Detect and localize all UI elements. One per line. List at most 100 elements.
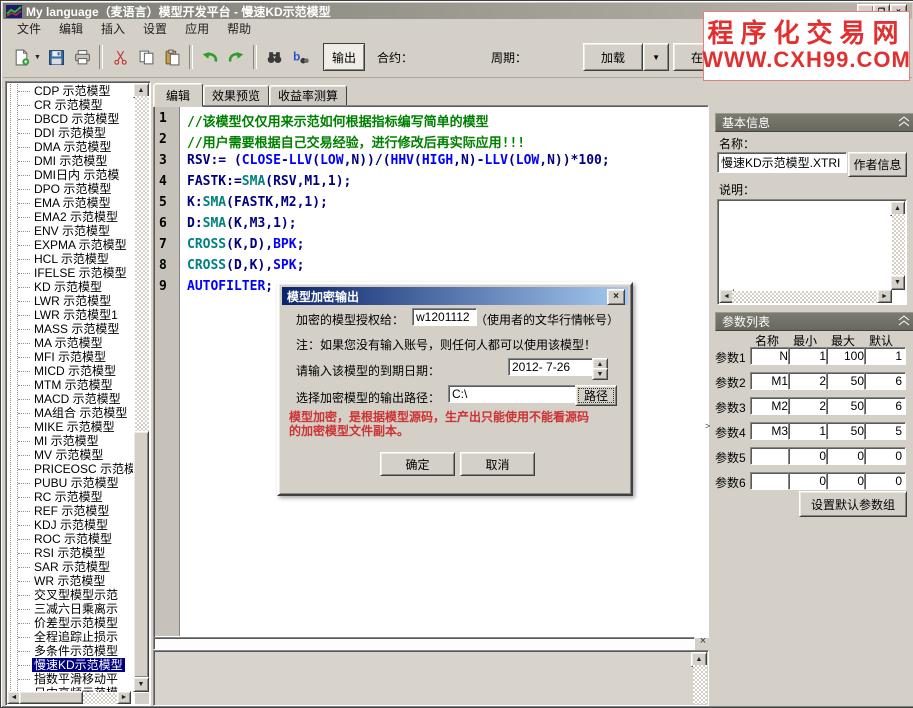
- param-default-input[interactable]: [864, 447, 906, 465]
- dialog-close-button[interactable]: ×: [607, 289, 625, 305]
- tree-item[interactable]: LWR 示范模型1: [8, 308, 134, 322]
- collapse-chevrons-icon[interactable]: [896, 116, 912, 130]
- tree-item[interactable]: MTM 示范模型: [8, 378, 134, 392]
- param-default-input[interactable]: [864, 347, 906, 365]
- copy-button[interactable]: [134, 45, 158, 69]
- code-line[interactable]: K:SMA(FASTK,M2,1);: [187, 195, 707, 216]
- param-min-input[interactable]: [788, 472, 830, 490]
- tree-item[interactable]: MFI 示范模型: [8, 350, 134, 364]
- date-spin-down-button[interactable]: ▼: [592, 368, 608, 380]
- param-min-input[interactable]: [788, 347, 830, 365]
- output-path-input[interactable]: [448, 385, 576, 403]
- tree-hscrollbar-thumb[interactable]: [19, 691, 83, 704]
- tree-item[interactable]: MI 示范模型: [8, 434, 134, 448]
- tree-item[interactable]: 多条件示范模型: [8, 644, 134, 658]
- tree-vscrollbar-thumb[interactable]: [133, 431, 149, 678]
- tree-item[interactable]: ROC 示范模型: [8, 532, 134, 546]
- tab-edit[interactable]: 编辑: [153, 83, 203, 107]
- print-button[interactable]: [70, 45, 94, 69]
- cut-button[interactable]: [108, 45, 132, 69]
- code-line[interactable]: //该模型仅仅用来示范如何根据指标编写简单的模型: [187, 111, 707, 132]
- tree-item[interactable]: MACD 示范模型: [8, 392, 134, 406]
- param-max-input[interactable]: [826, 472, 868, 490]
- code-line[interactable]: FASTK:=SMA(RSV,M1,1);: [187, 174, 707, 195]
- tree-item[interactable]: DMI日内 示范模: [8, 168, 134, 182]
- tree-item[interactable]: DDI 示范模型: [8, 126, 134, 140]
- ok-button[interactable]: 确定: [380, 452, 455, 476]
- tree-item[interactable]: EMA2 示范模型: [8, 210, 134, 224]
- menu-item-5[interactable]: 帮助: [219, 19, 259, 38]
- menu-item-0[interactable]: 文件: [9, 19, 49, 38]
- tree-item[interactable]: CR 示范模型: [8, 98, 134, 112]
- desc-scroll-down-button[interactable]: ▼: [890, 275, 905, 290]
- tree-scroll-down-button[interactable]: ▼: [133, 677, 149, 692]
- tree-item[interactable]: MV 示范模型: [8, 448, 134, 462]
- param-max-input[interactable]: [826, 422, 868, 440]
- panel-collapse-arrow[interactable]: >: [705, 417, 715, 435]
- tree-item[interactable]: DMI 示范模型: [8, 154, 134, 168]
- desc-scroll-right-button[interactable]: ►: [877, 289, 892, 303]
- desc-hscrollbar-track[interactable]: [732, 291, 878, 303]
- param-name-input[interactable]: [750, 447, 792, 465]
- tree-item[interactable]: KDJ 示范模型: [8, 518, 134, 532]
- param-name-input[interactable]: [750, 397, 792, 415]
- param-default-input[interactable]: [864, 372, 906, 390]
- editor-hscrollbar[interactable]: [153, 637, 695, 650]
- new-file-button[interactable]: [9, 45, 33, 69]
- tree-item[interactable]: RSI 示范模型: [8, 546, 134, 560]
- menu-item-3[interactable]: 设置: [135, 19, 175, 38]
- param-default-input[interactable]: [864, 472, 906, 490]
- tree-item[interactable]: SAR 示范模型: [8, 560, 134, 574]
- param-max-input[interactable]: [826, 447, 868, 465]
- tab-yield-test[interactable]: 收益率测算: [269, 85, 347, 106]
- tree-scroll-right-button[interactable]: ►: [117, 691, 131, 704]
- tree-item[interactable]: ENV 示范模型: [8, 224, 134, 238]
- param-max-input[interactable]: [826, 347, 868, 365]
- tab-preview[interactable]: 效果预览: [203, 85, 269, 106]
- tree-item[interactable]: REF 示范模型: [8, 504, 134, 518]
- code-line[interactable]: CROSS(D,K),SPK;: [187, 258, 707, 279]
- tree-item[interactable]: IFELSE 示范模型: [8, 266, 134, 280]
- tree-item[interactable]: PUBU 示范模型: [8, 476, 134, 490]
- tree-item[interactable]: EXPMA 示范模型: [8, 238, 134, 252]
- output-button[interactable]: 输出: [323, 43, 365, 71]
- tree-item[interactable]: DPO 示范模型: [8, 182, 134, 196]
- menu-item-1[interactable]: 编辑: [51, 19, 91, 38]
- tree-item[interactable]: 三减六日乘离示: [8, 602, 134, 616]
- tree-item[interactable]: 全程追踪止损示: [8, 630, 134, 644]
- code-line[interactable]: RSV:= (CLOSE-LLV(LOW,N))/(HHV(HIGH,N)-LL…: [187, 153, 707, 174]
- param-name-input[interactable]: [750, 347, 792, 365]
- collapse-chevrons-icon[interactable]: [896, 315, 912, 329]
- code-line[interactable]: //用户需要根据自己交易经验，进行修改后再实际应用!!!: [187, 132, 707, 153]
- output-pane-close-button[interactable]: ×: [696, 634, 710, 648]
- code-line[interactable]: D:SMA(K,M3,1);: [187, 216, 707, 237]
- auth-account-input[interactable]: [412, 308, 477, 326]
- tree-item[interactable]: EMA 示范模型: [8, 196, 134, 210]
- desc-vscrollbar-track[interactable]: [892, 214, 905, 277]
- param-min-input[interactable]: [788, 447, 830, 465]
- save-button[interactable]: [44, 45, 68, 69]
- tree-item[interactable]: MA组合 示范模型: [8, 406, 134, 420]
- tree-item[interactable]: MICD 示范模型: [8, 364, 134, 378]
- undo-button[interactable]: [198, 45, 222, 69]
- tree-item[interactable]: MA 示范模型: [8, 336, 134, 350]
- tree-item[interactable]: 指数平滑移动平: [8, 672, 134, 686]
- author-info-button[interactable]: 作者信息: [848, 152, 907, 177]
- tree-item[interactable]: PRICEOSC 示范模: [8, 462, 134, 476]
- tree-item[interactable]: RC 示范模型: [8, 490, 134, 504]
- browse-path-button[interactable]: 路径: [575, 385, 617, 406]
- param-name-input[interactable]: [750, 472, 792, 490]
- tree-item[interactable]: LWR 示范模型: [8, 294, 134, 308]
- param-default-input[interactable]: [864, 422, 906, 440]
- param-name-input[interactable]: [750, 422, 792, 440]
- tree-item[interactable]: MASS 示范模型: [8, 322, 134, 336]
- output-vscrollbar-track[interactable]: [693, 665, 707, 704]
- find-text-icon[interactable]: b: [288, 45, 312, 69]
- tree-item[interactable]: 价差型示范模型: [8, 616, 134, 630]
- tree-item[interactable]: 交叉型模型示范: [8, 588, 134, 602]
- param-name-input[interactable]: [750, 372, 792, 390]
- tree-item[interactable]: DBCD 示范模型: [8, 112, 134, 126]
- menu-item-2[interactable]: 插入: [93, 19, 133, 38]
- model-name-input[interactable]: [717, 152, 847, 173]
- param-default-input[interactable]: [864, 397, 906, 415]
